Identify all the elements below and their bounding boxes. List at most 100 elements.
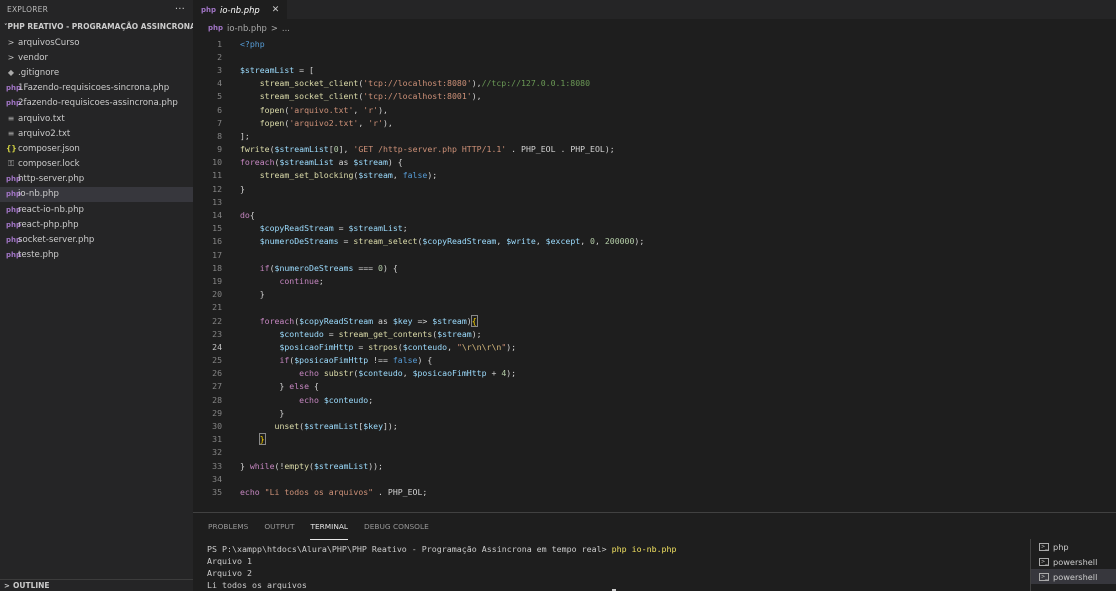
code-line[interactable]: 1 <?php [193, 37, 1116, 50]
code-line[interactable]: 28 echo $conteudo; [193, 393, 1116, 406]
code-line[interactable]: 30 unset($streamList[$key]); [193, 419, 1116, 432]
code-line[interactable]: 31 } [193, 433, 1116, 446]
file-tree-item[interactable]: ≡ arquivo2.txt [0, 126, 193, 141]
php-file-icon: php [6, 205, 22, 214]
file-tree-item[interactable]: ⚿ composer.lock [0, 157, 193, 172]
code-line[interactable]: 16 $numeroDeStreams = stream_select($cop… [193, 235, 1116, 248]
code-line[interactable]: 4 stream_socket_client('tcp://localhost:… [193, 77, 1116, 90]
code-line[interactable]: 21 [193, 301, 1116, 314]
file-tree-item[interactable]: > vendor [0, 50, 193, 65]
code-line[interactable]: 25 if($posicaoFimHttp !== false) { [193, 354, 1116, 367]
code-line[interactable]: 8]; [193, 129, 1116, 142]
file-tree-item[interactable]: php react-php.php [0, 217, 193, 232]
code-token: = [ [294, 64, 314, 75]
terminal-instance[interactable]: >_ powershell [1031, 554, 1116, 569]
code-line[interactable]: 29 } [193, 406, 1116, 419]
code-line[interactable]: 18 if($numeroDeStreams === 0) { [193, 261, 1116, 274]
file-tree-item[interactable]: php teste.php [0, 248, 193, 263]
terminal-instance[interactable]: >_ powershell [1031, 569, 1116, 584]
outline-section[interactable]: > OUTLINE [0, 579, 193, 591]
file-tree-item[interactable]: ≡ arquivo.txt [0, 111, 193, 126]
code-line[interactable]: 32 [193, 446, 1116, 459]
code-token: !== [368, 355, 393, 366]
terminal-instance-label: php [1053, 541, 1069, 552]
code-line[interactable]: 11 stream_set_blocking($stream, false); [193, 169, 1116, 182]
code-line[interactable]: 6 fopen('arquivo.txt', 'r'), [193, 103, 1116, 116]
code-line[interactable]: 34 [193, 472, 1116, 485]
file-tree-item[interactable]: php react-io-nb.php [0, 202, 193, 217]
code-token: $streamList [313, 460, 369, 471]
terminal-instance[interactable]: >_ php [1031, 539, 1116, 554]
file-tree-item-label: io-nb.php [18, 189, 59, 200]
code-token: $conteudo [279, 328, 324, 339]
code-token: $copyReadStream [422, 236, 497, 247]
code-line[interactable]: 7 fopen('arquivo2.txt', 'r'), [193, 116, 1116, 129]
code-line[interactable]: 17 [193, 248, 1116, 261]
code-token: false [392, 355, 418, 366]
explorer-header: EXPLORER ··· [0, 0, 193, 18]
code-token: } [258, 433, 266, 446]
code-line[interactable]: 23 $conteudo = stream_get_contents($stre… [193, 327, 1116, 340]
code-line[interactable]: 2 [193, 50, 1116, 63]
code-token: } [240, 407, 285, 418]
file-tree-item[interactable]: ◆ .gitignore [0, 65, 193, 80]
code-line[interactable]: 24 $posicaoFimHttp = strpos($conteudo, "… [193, 340, 1116, 353]
code-token: $except [545, 236, 581, 247]
code-token: \r\n\r\n [461, 341, 502, 352]
code-line[interactable]: 9 fwrite($streamList[0], 'GET /http-serve… [193, 143, 1116, 156]
php-file-icon: php [6, 220, 22, 229]
file-tree-item[interactable]: {} composer.json [0, 141, 193, 156]
code-line[interactable]: 12} [193, 182, 1116, 195]
file-tree-item[interactable]: > arquivosCurso [0, 35, 193, 50]
line-number: 2 [217, 51, 222, 62]
file-tree-item[interactable]: php 2fazendo-requisicoes-assincrona.php [0, 96, 193, 111]
panel-tab-output[interactable]: OUTPUT [264, 513, 294, 540]
code-line[interactable]: 33} while(!empty($streamList)); [193, 459, 1116, 472]
code-editor[interactable]: 1 <?php 2 3 $streamList = [4 stream_socket_c… [193, 37, 1116, 499]
close-icon[interactable]: ✕ [272, 5, 280, 15]
file-tree-item[interactable]: php 1Fazendo-requisicoes-sincrona.php [0, 81, 193, 96]
breadcrumb-symbols[interactable]: ... [282, 23, 290, 33]
terminal-output[interactable]: PS P:\xampp\htdocs\Alura\PHP\PHP Reativo… [207, 543, 677, 591]
file-tree-item-label: arquivo2.txt [18, 128, 71, 139]
code-line[interactable]: 14 do{ [193, 208, 1116, 221]
terminal-instance-label: powershell [1053, 556, 1098, 567]
code-line[interactable]: 15 $copyReadStream = $streamList; [193, 222, 1116, 235]
code-token: stream_get_contents [338, 328, 433, 339]
code-token: $numeroDeStreams [259, 236, 339, 247]
more-actions-icon[interactable]: ··· [175, 4, 185, 15]
line-number: 10 [212, 157, 222, 168]
code-line[interactable]: 20 } [193, 288, 1116, 301]
code-line[interactable]: 13 [193, 195, 1116, 208]
file-tree-item[interactable]: php http-server.php [0, 172, 193, 187]
code-token: 'tcp://localhost:8080' [363, 78, 472, 89]
panel-tab-debug-console[interactable]: DEBUG CONSOLE [364, 513, 429, 540]
code-line[interactable]: 5 stream_socket_client('tcp://localhost:… [193, 90, 1116, 103]
panel-tab-terminal[interactable]: TERMINAL [310, 513, 349, 540]
file-tree-item[interactable]: php io-nb.php [0, 186, 193, 203]
code-token: ], [338, 144, 354, 155]
file-tree-item[interactable]: php socket-server.php [0, 232, 193, 247]
file-tree: > arquivosCurso > vendor ◆ .gitignore php 1Faze… [0, 35, 193, 263]
line-number: 6 [217, 104, 222, 115]
json-file-icon: {} [6, 144, 17, 154]
line-number: 4 [217, 78, 222, 89]
code-line[interactable]: 26 echo substr($conteudo, $posicaoFimHtt… [193, 367, 1116, 380]
code-line[interactable]: 3 $streamList = [ [193, 63, 1116, 76]
code-line[interactable]: 19 continue; [193, 274, 1116, 287]
panel-tab-problems[interactable]: PROBLEMS [208, 513, 248, 540]
code-line[interactable]: 22 foreach($copyReadStream as $key => $s… [193, 314, 1116, 327]
line-content: } while(!empty($streamList)); [222, 461, 383, 471]
tab-io-nb-php[interactable]: php io-nb.php ✕ [193, 0, 289, 19]
project-folder-header[interactable]: ˅ PHP REATIVO - PROGRAMAÇÃO ASSINCRONA E… [0, 18, 193, 35]
breadcrumb-file[interactable]: io-nb.php [227, 23, 267, 33]
code-token: $streamList [240, 64, 295, 75]
code-line[interactable]: 27 } else { [193, 380, 1116, 393]
code-token: === [353, 262, 379, 273]
line-number: 5 [217, 91, 222, 102]
code-line[interactable]: 10 foreach($streamList as $stream) { [193, 156, 1116, 169]
code-line[interactable]: 35 echo "Li todos os arquivos" . PHP_EOL; [193, 485, 1116, 498]
